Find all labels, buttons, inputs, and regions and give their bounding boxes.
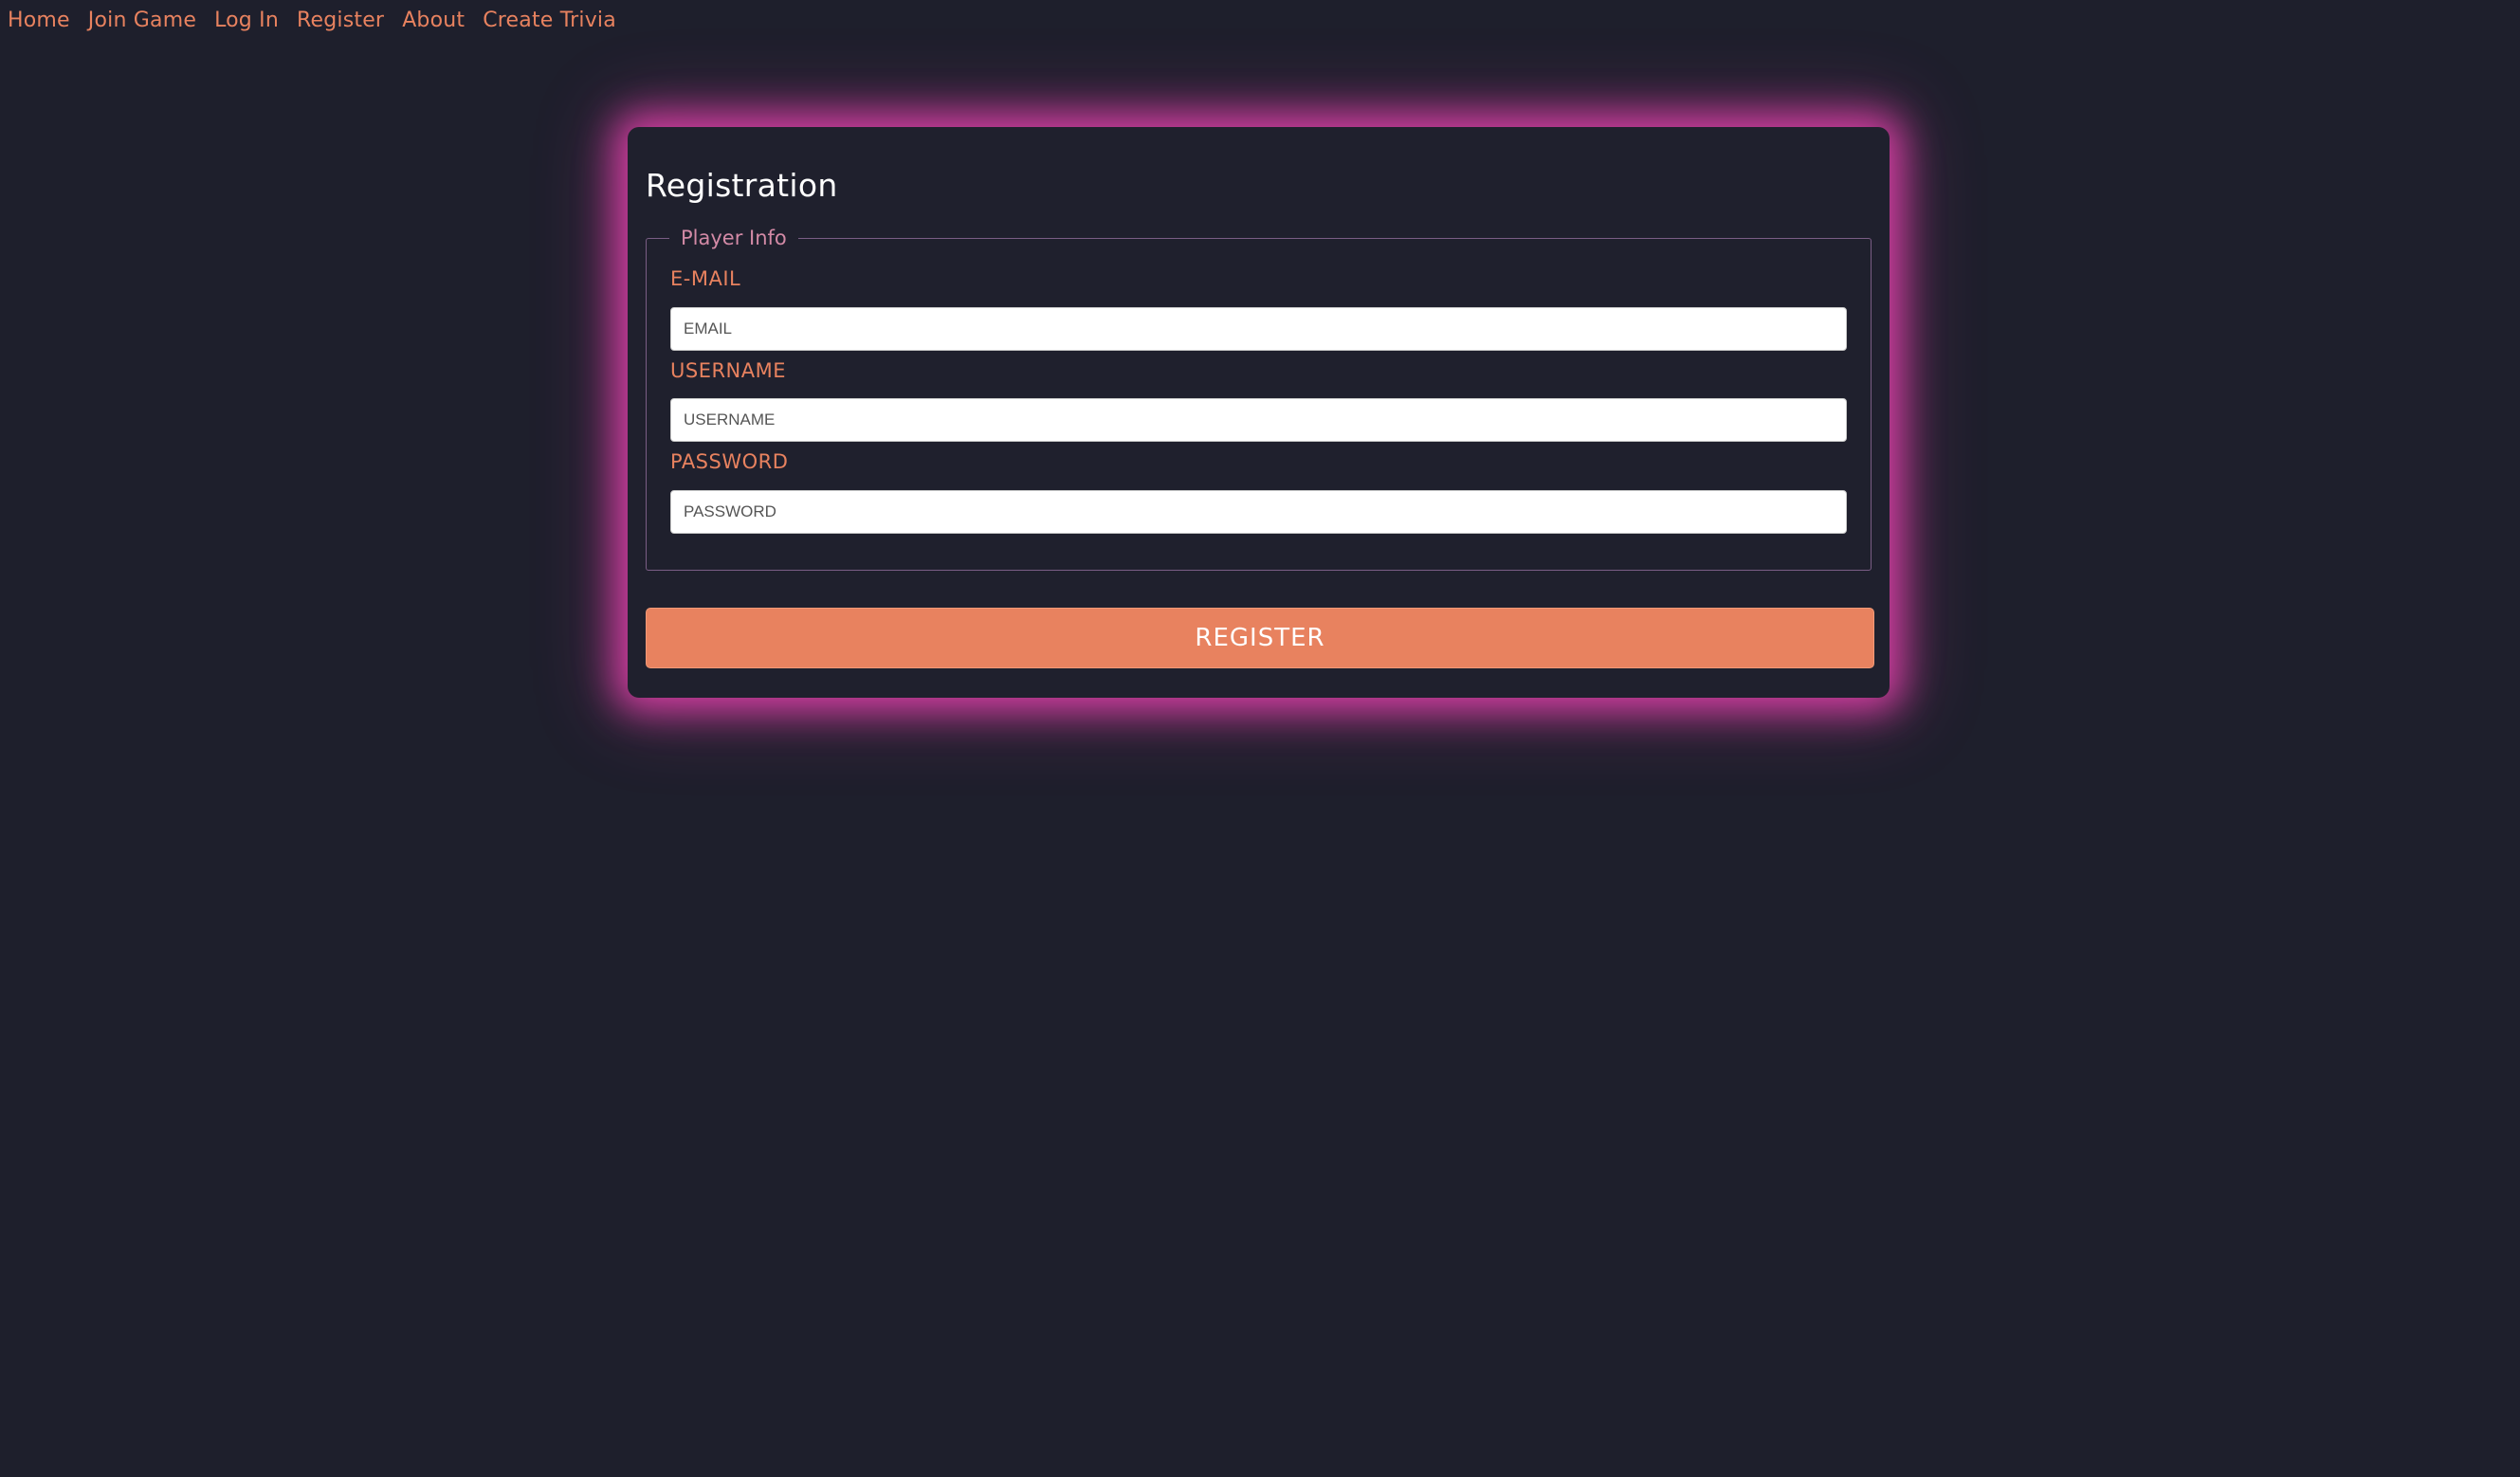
fieldset-legend: Player Info (669, 224, 798, 252)
page-title: Registration (646, 167, 838, 204)
username-label: USERNAME (670, 359, 787, 382)
top-nav: Home Join Game Log In Register About Cre… (8, 6, 634, 34)
register-button[interactable]: REGISTER (646, 608, 1874, 668)
nav-link-create-trivia[interactable]: Create Trivia (483, 9, 616, 32)
nav-link-register[interactable]: Register (297, 9, 384, 32)
nav-link-join-game[interactable]: Join Game (88, 9, 196, 32)
nav-link-log-in[interactable]: Log In (214, 9, 279, 32)
nav-link-about[interactable]: About (402, 9, 465, 32)
email-label: E-MAIL (670, 267, 741, 290)
username-input[interactable] (670, 398, 1847, 442)
player-info-fieldset: Player Info E-MAIL USERNAME PASSWORD (646, 224, 1872, 571)
nav-link-home[interactable]: Home (8, 9, 70, 32)
password-label: PASSWORD (670, 450, 789, 473)
registration-card: Registration Player Info E-MAIL USERNAME… (628, 127, 1890, 698)
password-input[interactable] (670, 490, 1847, 534)
email-input[interactable] (670, 307, 1847, 351)
